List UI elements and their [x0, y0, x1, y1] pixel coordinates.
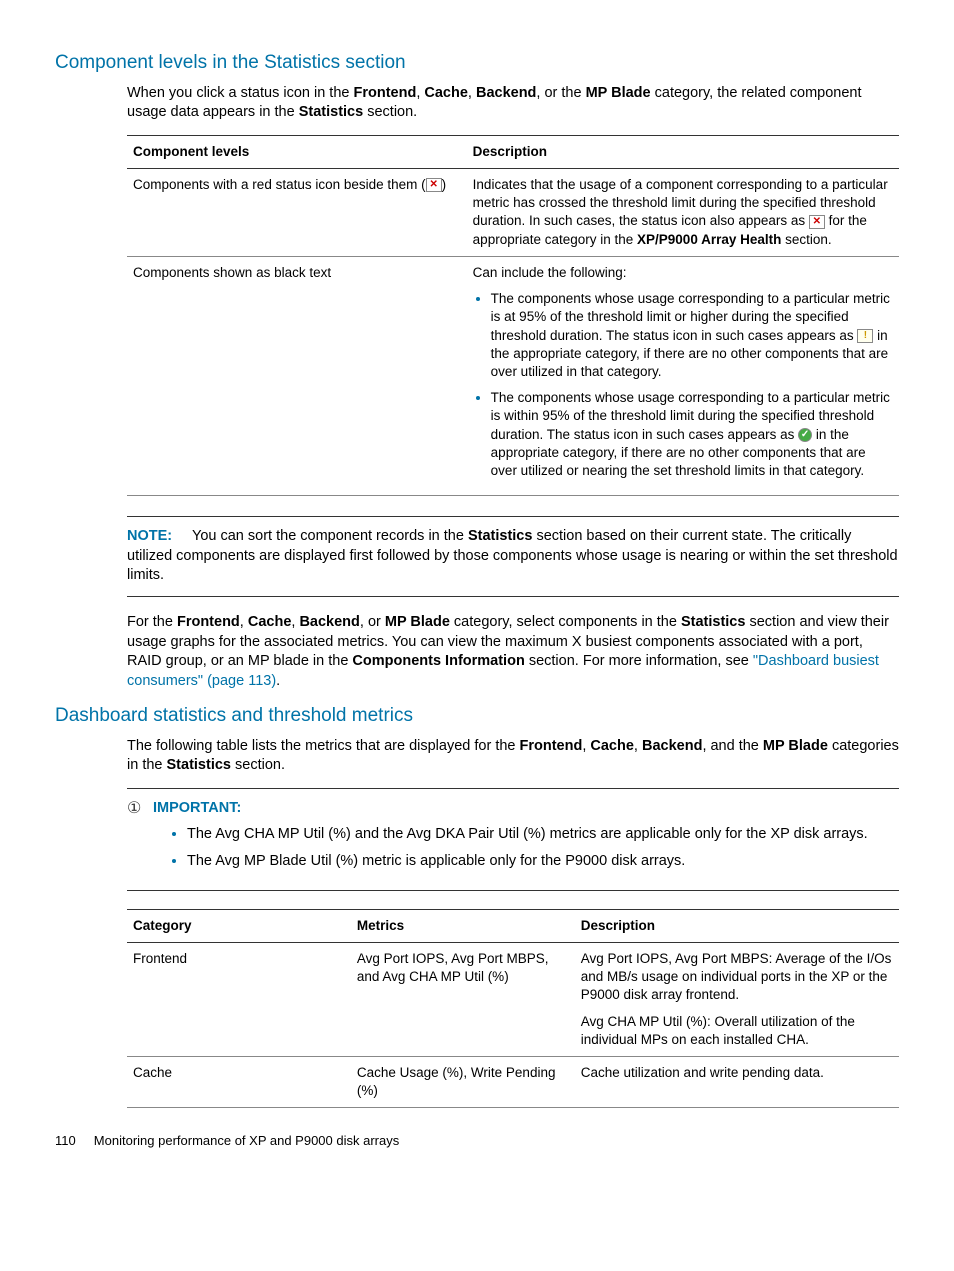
bold: MP Blade	[385, 614, 450, 630]
table-header: Description	[575, 909, 899, 942]
bold: Frontend	[177, 614, 240, 630]
text: , and the	[702, 738, 762, 754]
table-row: Frontend Avg Port IOPS, Avg Port MBPS, a…	[127, 942, 899, 1056]
note-label: NOTE:	[127, 528, 172, 544]
cell-text: Components shown as black text	[127, 256, 467, 495]
note-block: NOTE: You can sort the component records…	[127, 516, 899, 597]
list-item: The components whose usage corresponding…	[491, 290, 893, 381]
cell-text: Can include the following:	[473, 264, 893, 282]
bold: Statistics	[299, 104, 363, 120]
component-levels-table: Component levels Description Components …	[127, 135, 899, 497]
bold: XP/P9000 Array Health	[637, 232, 781, 247]
table-header: Category	[127, 909, 351, 942]
text: category, select components in the	[450, 614, 681, 630]
cell-text: Avg CHA MP Util (%): Overall utilization…	[581, 1013, 893, 1049]
bold: MP Blade	[763, 738, 828, 754]
table-row: Components with a red status icon beside…	[127, 168, 899, 256]
text: ,	[240, 614, 248, 630]
text: For the	[127, 614, 177, 630]
section-heading-dashboard-statistics: Dashboard statistics and threshold metri…	[55, 703, 899, 729]
table-header: Component levels	[127, 135, 467, 168]
bold: Cache	[424, 85, 468, 101]
text: section.	[781, 232, 831, 247]
text: When you click a status icon in the	[127, 85, 353, 101]
text: , or	[360, 614, 385, 630]
list-item: The components whose usage corresponding…	[491, 389, 893, 480]
footer-text: Monitoring performance of XP and P9000 d…	[94, 1133, 399, 1148]
bold: Statistics	[167, 757, 231, 773]
cell-text: )	[442, 177, 447, 192]
important-block: ① IMPORTANT: The Avg CHA MP Util (%) and…	[127, 788, 899, 891]
table-row: Components shown as black text Can inclu…	[127, 256, 899, 495]
text: The components whose usage corresponding…	[491, 291, 890, 342]
important-label: IMPORTANT:	[153, 799, 899, 819]
bold: Statistics	[681, 614, 745, 630]
bold: Backend	[476, 85, 536, 101]
cell-text: Avg Port IOPS, Avg Port MBPS: Average of…	[581, 950, 893, 1005]
section2-intro: The following table lists the metrics th…	[127, 737, 899, 776]
bold: Frontend	[520, 738, 583, 754]
important-icon: ①	[127, 799, 153, 880]
page-number: 110	[55, 1133, 76, 1148]
important-list: The Avg CHA MP Util (%) and the Avg DKA …	[153, 825, 899, 872]
text: The following table lists the metrics th…	[127, 738, 520, 754]
list-item: The Avg CHA MP Util (%) and the Avg DKA …	[187, 825, 899, 845]
cell-text: Components with a red status icon beside…	[133, 177, 426, 192]
ok-status-icon: ✓	[798, 428, 812, 442]
critical-status-icon: ✕	[426, 178, 442, 192]
paragraph: For the Frontend, Cache, Backend, or MP …	[127, 613, 899, 691]
bold: Cache	[590, 738, 634, 754]
critical-status-icon: ✕	[809, 215, 825, 229]
metrics-table: Category Metrics Description Frontend Av…	[127, 909, 899, 1109]
cell-text: Cache	[127, 1056, 351, 1107]
bold: Cache	[248, 614, 292, 630]
cell-list: The components whose usage corresponding…	[473, 290, 893, 480]
bold: Backend	[299, 614, 359, 630]
table-header: Metrics	[351, 909, 575, 942]
text: , or the	[536, 85, 585, 101]
list-item: The Avg MP Blade Util (%) metric is appl…	[187, 852, 899, 872]
text: .	[276, 673, 280, 689]
section1-intro: When you click a status icon in the Fron…	[127, 84, 899, 123]
cell-text: Cache Usage (%), Write Pending (%)	[351, 1056, 575, 1107]
cell-text: Cache utilization and write pending data…	[575, 1056, 899, 1107]
warning-status-icon: !	[857, 329, 873, 343]
table-row: Cache Cache Usage (%), Write Pending (%)…	[127, 1056, 899, 1107]
page-footer: 110 Monitoring performance of XP and P90…	[55, 1132, 899, 1150]
text: ,	[634, 738, 642, 754]
text: ,	[468, 85, 476, 101]
text: section.	[363, 104, 417, 120]
bold: Backend	[642, 738, 702, 754]
cell-text: Frontend	[127, 942, 351, 1056]
bold: MP Blade	[586, 85, 651, 101]
note-text: You can sort the component records in th…	[192, 528, 468, 544]
bold: Statistics	[468, 528, 532, 544]
text: section.	[231, 757, 285, 773]
section-heading-component-levels: Component levels in the Statistics secti…	[55, 50, 899, 76]
bold: Frontend	[353, 85, 416, 101]
cell-text: Indicates that the usage of a component …	[473, 176, 893, 249]
table-header: Description	[467, 135, 899, 168]
text: section. For more information, see	[525, 653, 753, 669]
bold: Components Information	[352, 653, 524, 669]
cell-text: Avg Port IOPS, Avg Port MBPS, and Avg CH…	[351, 942, 575, 1056]
